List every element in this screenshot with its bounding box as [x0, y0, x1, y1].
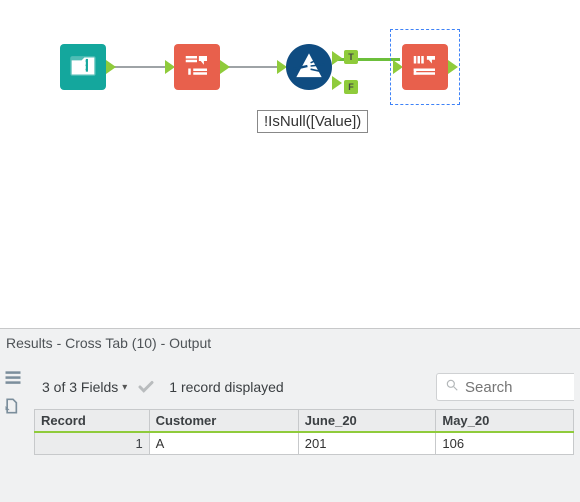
chevron-down-icon: ▾	[122, 382, 127, 393]
results-title: Results - Cross Tab (10) - Output	[0, 329, 580, 369]
cell-customer: A	[149, 432, 298, 455]
port-out-folder[interactable]	[106, 60, 116, 74]
port-out-filter-true[interactable]	[332, 51, 342, 65]
col-header-may20[interactable]: May_20	[436, 410, 574, 433]
fields-dropdown[interactable]: 3 of 3 Fields ▾	[42, 379, 127, 395]
wire-folder-to-transpose	[108, 66, 172, 68]
col-header-customer[interactable]: Customer	[149, 410, 298, 433]
records-view-icon[interactable]	[2, 367, 24, 389]
col-header-june20[interactable]: June_20	[298, 410, 436, 433]
results-toolbar: 3 of 3 Fields ▾ 1 record displayed	[0, 369, 580, 409]
prism-filter-icon	[290, 47, 328, 88]
node-transpose[interactable]	[174, 44, 220, 90]
node-filter[interactable]	[286, 44, 332, 90]
port-out-filter-false[interactable]	[332, 76, 342, 90]
table-header-row: Record Customer June_20 May_20	[35, 410, 574, 433]
filter-expression-annotation[interactable]: !IsNull([Value])	[257, 110, 368, 133]
records-summary-label: 1 record displayed	[169, 379, 283, 395]
port-out-transpose[interactable]	[220, 60, 230, 74]
results-table[interactable]: Record Customer June_20 May_20 1 A 201 1…	[34, 409, 574, 455]
search-input[interactable]	[436, 373, 574, 401]
results-panel: Results - Cross Tab (10) - Output 3 of 3…	[0, 328, 580, 502]
fields-summary-label: 3 of 3 Fields	[42, 379, 118, 395]
filter-true-badge: T	[344, 50, 358, 64]
node-crosstab[interactable]	[402, 44, 448, 90]
transpose-icon	[182, 51, 212, 84]
node-input-folder[interactable]	[60, 44, 106, 90]
folder-open-icon	[66, 49, 100, 86]
wire-transpose-to-filter	[222, 66, 284, 68]
search-field[interactable]	[465, 379, 566, 396]
metadata-view-icon[interactable]	[2, 395, 24, 417]
crosstab-icon	[410, 51, 440, 84]
search-icon	[445, 378, 459, 396]
workflow-canvas[interactable]: T F	[0, 0, 580, 328]
col-header-record[interactable]: Record	[35, 410, 150, 433]
checkmark-icon	[137, 378, 155, 396]
cell-june20: 201	[298, 432, 436, 455]
table-row[interactable]: 1 A 201 106	[35, 432, 574, 455]
filter-false-badge: F	[344, 80, 358, 94]
cell-may20: 106	[436, 432, 574, 455]
cell-record: 1	[35, 432, 150, 455]
